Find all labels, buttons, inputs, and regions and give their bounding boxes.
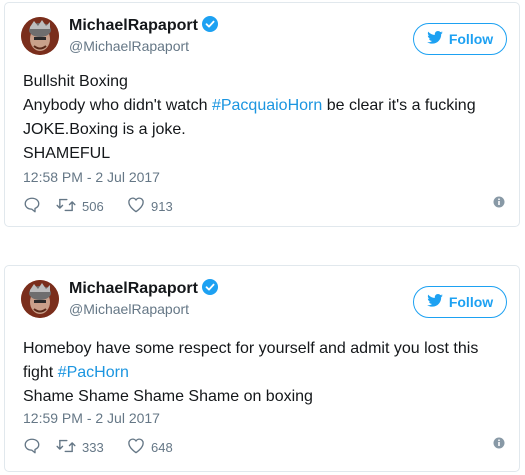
retweet-button[interactable]: 506 xyxy=(56,196,104,217)
like-count: 913 xyxy=(151,198,173,214)
reply-button[interactable] xyxy=(23,196,41,217)
heart-icon xyxy=(127,196,145,216)
info-button[interactable] xyxy=(493,437,505,452)
retweet-count: 506 xyxy=(82,199,104,214)
hashtag-link[interactable]: #PacquaioHorn xyxy=(212,97,322,114)
display-name-text[interactable]: MichaelRapaport xyxy=(69,280,198,297)
like-button[interactable]: 913 xyxy=(127,196,173,216)
info-icon xyxy=(493,437,505,452)
info-icon xyxy=(493,196,505,211)
hashtag-link[interactable]: #PacHorn xyxy=(58,364,129,381)
verified-badge-icon xyxy=(201,16,218,37)
display-name[interactable]: MichaelRapaport xyxy=(69,279,218,300)
retweet-icon xyxy=(56,196,76,217)
tweet-line: Bullshit Boxing xyxy=(23,73,128,90)
user-handle[interactable]: @MichaelRapaport xyxy=(69,301,189,317)
twitter-bird-icon xyxy=(427,294,443,310)
tweet-card: MichaelRapaport @MichaelRapaport Follow … xyxy=(4,2,520,227)
info-button[interactable] xyxy=(493,196,505,211)
display-name[interactable]: MichaelRapaport xyxy=(69,16,218,37)
tweet-card: MichaelRapaport @MichaelRapaport Follow … xyxy=(4,265,520,472)
tweet-timestamp[interactable]: 12:58 PM - 2 Jul 2017 xyxy=(23,169,160,185)
tweet-timestamp[interactable]: 12:59 PM - 2 Jul 2017 xyxy=(23,410,160,426)
reply-icon xyxy=(23,437,41,458)
display-name-text[interactable]: MichaelRapaport xyxy=(69,17,198,34)
verified-badge-icon xyxy=(201,279,218,300)
reply-icon xyxy=(23,196,41,217)
tweet-text: Homeboy have some respect for yourself a… xyxy=(23,337,513,409)
retweet-button[interactable]: 333 xyxy=(56,437,104,458)
tweet-line: Shame Shame Shame Shame on boxing xyxy=(23,388,313,405)
twitter-bird-icon xyxy=(427,31,443,47)
follow-button[interactable]: Follow xyxy=(413,286,507,318)
heart-icon xyxy=(127,437,145,457)
tweet-line: Anybody who didn't watch #PacquaioHorn b… xyxy=(23,94,513,118)
follow-button[interactable]: Follow xyxy=(413,23,507,55)
retweet-count: 333 xyxy=(82,440,104,455)
user-handle[interactable]: @MichaelRapaport xyxy=(69,38,189,54)
tweet-actions: 506 913 xyxy=(23,196,507,216)
follow-label: Follow xyxy=(448,294,494,310)
tweet-line-text: Anybody who didn't watch xyxy=(23,97,212,114)
tweet-actions: 333 648 xyxy=(23,437,507,457)
tweet-line: JOKE.Boxing is a joke. xyxy=(23,121,186,138)
avatar[interactable] xyxy=(21,17,59,55)
tweet-line-text: be clear it's a fucking xyxy=(322,97,476,114)
tweet-line: fight #PacHorn xyxy=(23,361,513,385)
tweet-line-text: fight xyxy=(23,364,58,381)
tweet-line: Homeboy have some respect for yourself a… xyxy=(23,340,479,357)
like-button[interactable]: 648 xyxy=(127,437,173,457)
follow-label: Follow xyxy=(448,31,494,47)
tweet-text: Bullshit Boxing Anybody who didn't watch… xyxy=(23,70,513,166)
retweet-icon xyxy=(56,437,76,458)
avatar[interactable] xyxy=(21,280,59,318)
like-count: 648 xyxy=(151,439,173,455)
reply-button[interactable] xyxy=(23,437,41,458)
tweet-line: SHAMEFUL xyxy=(23,145,111,162)
